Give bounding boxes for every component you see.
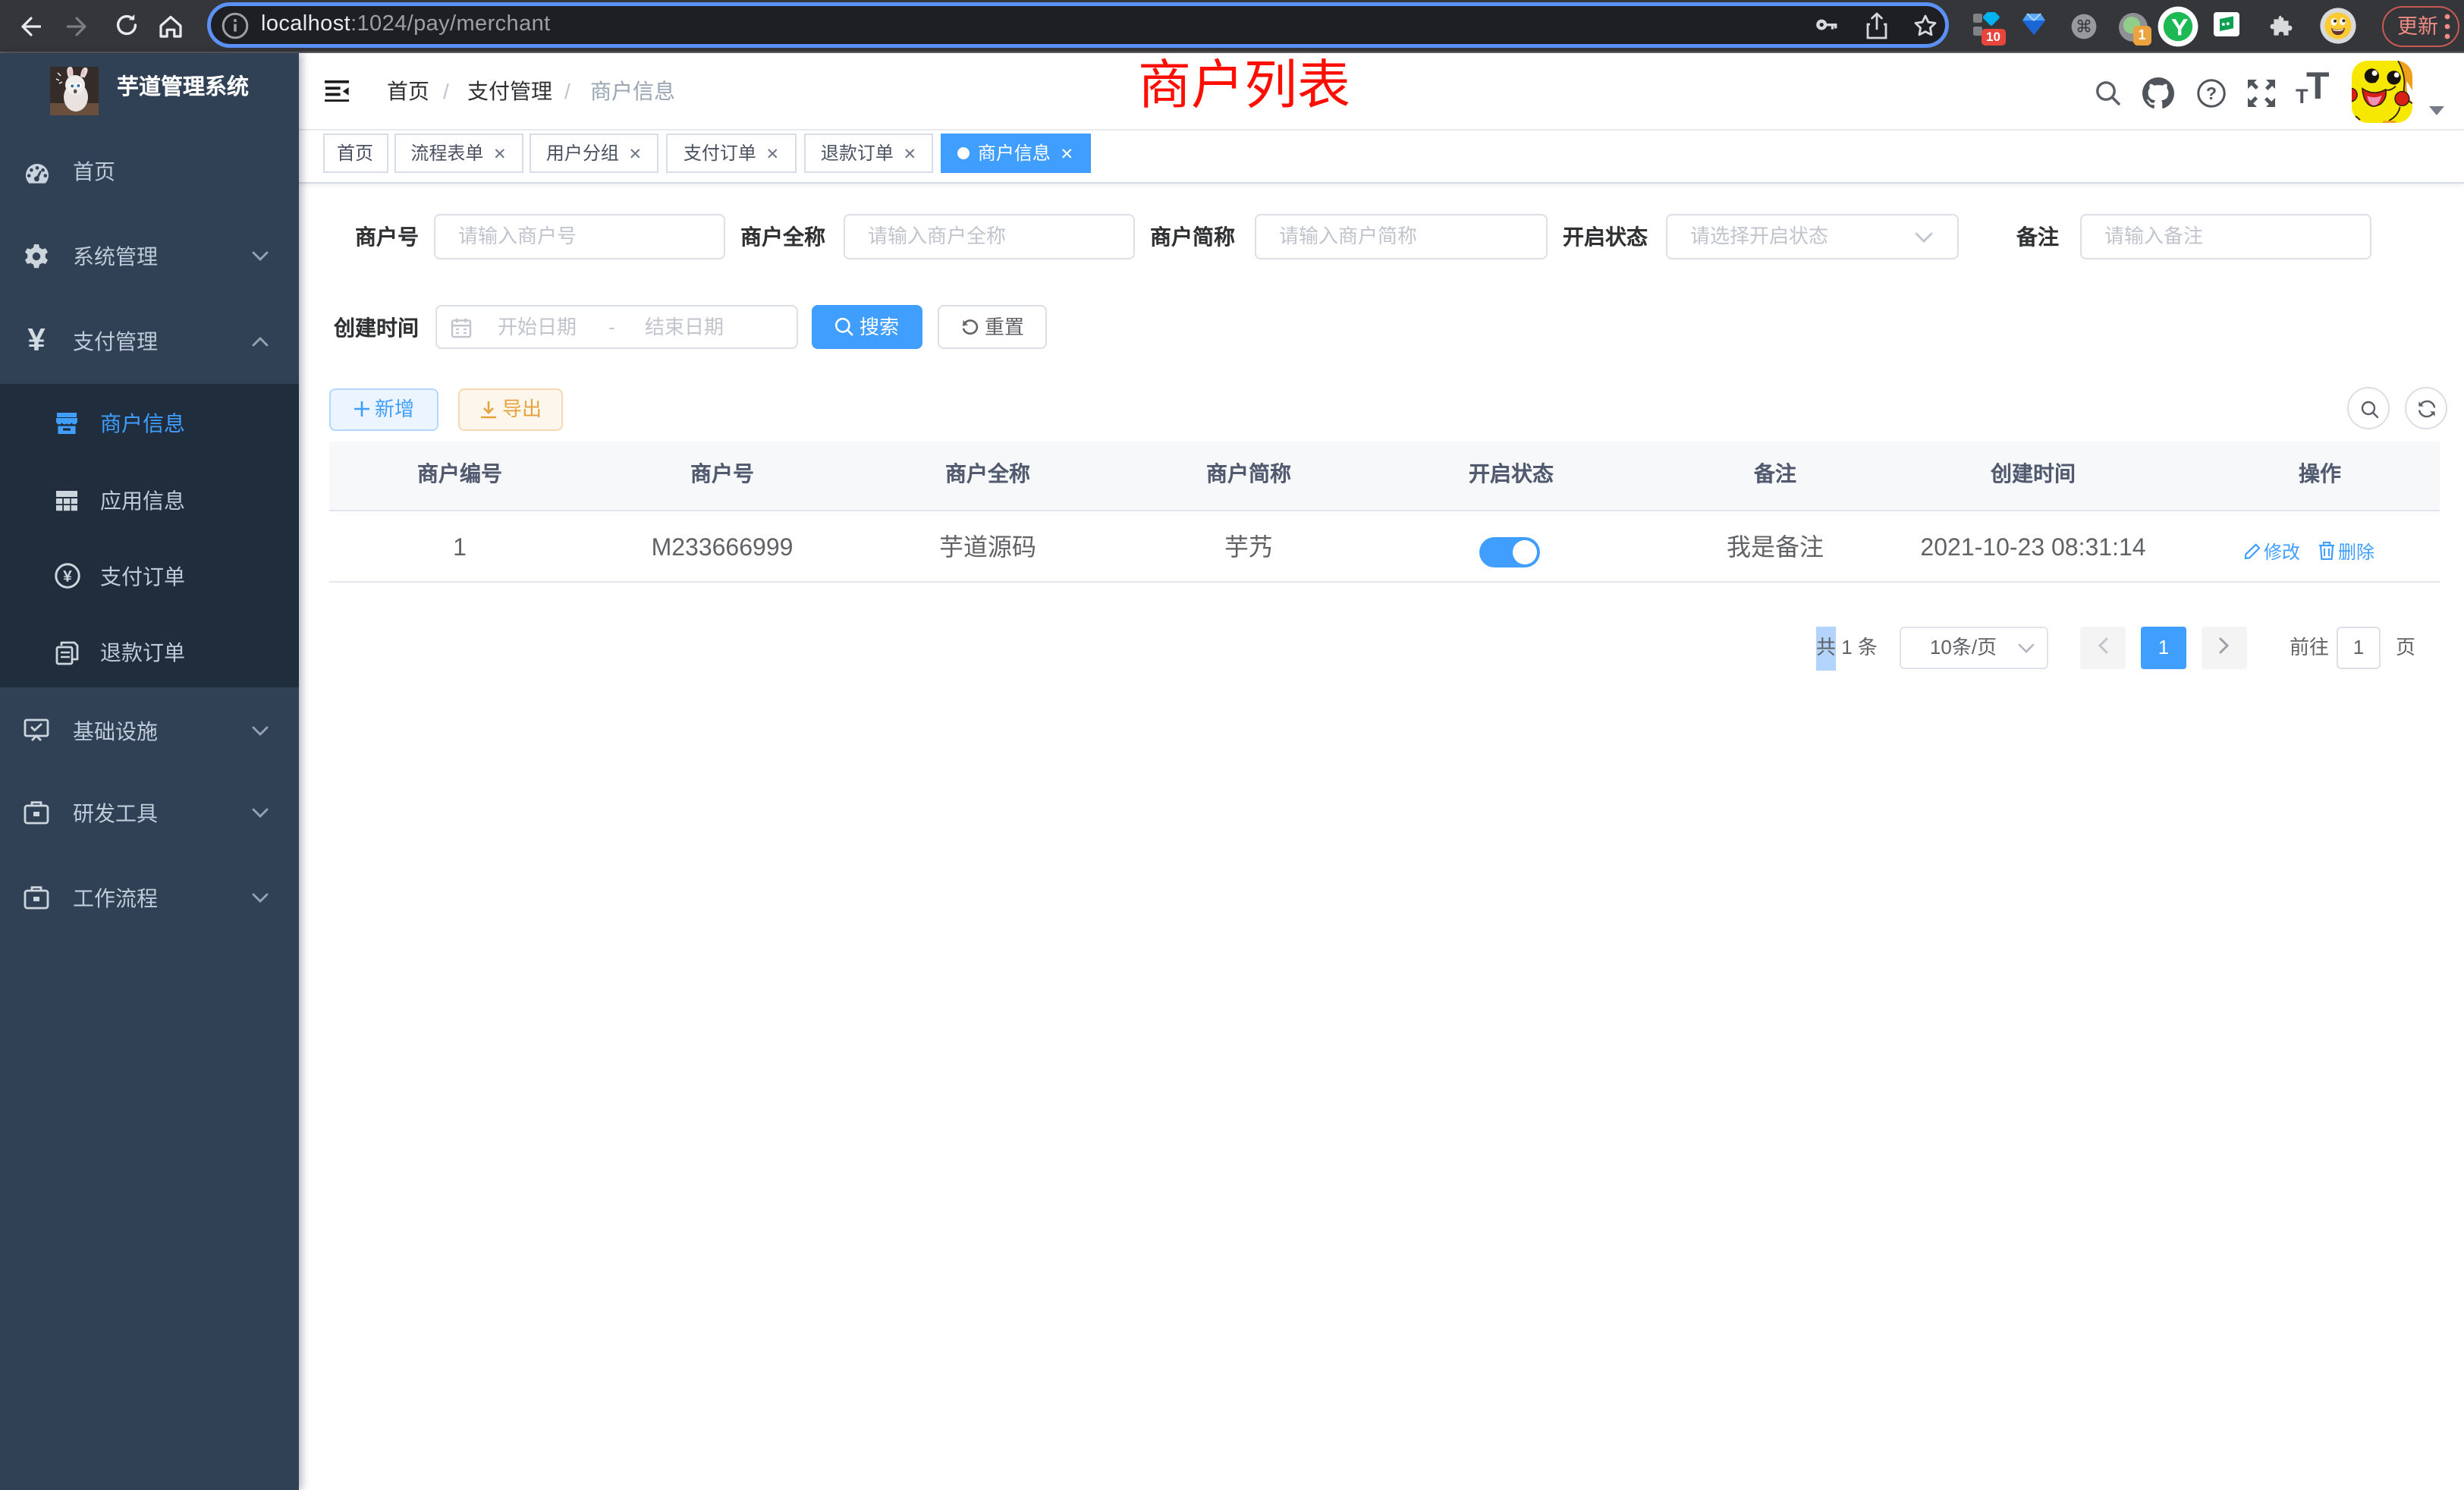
svg-text:¥: ¥ (63, 567, 72, 585)
svg-text:?: ? (2206, 83, 2217, 103)
svg-text:⌘: ⌘ (2076, 17, 2092, 36)
